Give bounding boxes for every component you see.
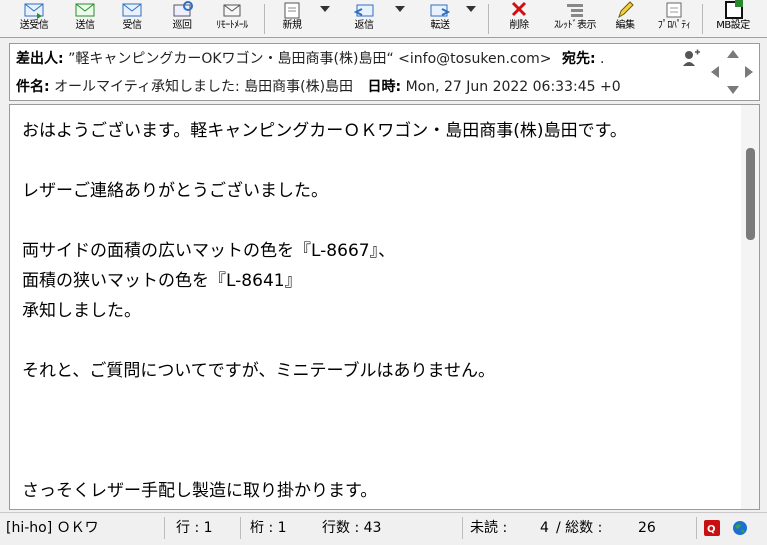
send-label: 送信 <box>75 20 96 31</box>
date-label: 日時: <box>367 79 402 95</box>
forward-icon <box>428 0 452 20</box>
status-col: 桁 : 1 <box>250 520 287 536</box>
send-receive-icon <box>22 0 46 20</box>
toolbar: 送受信 送信 受信 巡回 ﾘﾓｰﾄﾒｰﾙ 新規 返信 転送 削除 ｽﾚｯﾄﾞ表示… <box>0 0 767 38</box>
status-separator <box>462 517 463 539</box>
new-mail-icon <box>280 0 304 20</box>
thread-view-icon <box>563 0 587 20</box>
reply-icon <box>352 0 376 20</box>
send-receive-label: 送受信 <box>19 20 49 31</box>
status-separator <box>696 517 697 539</box>
receive-icon <box>120 0 144 20</box>
delete-label: 削除 <box>509 20 530 31</box>
properties-button[interactable]: ﾌﾟﾛﾊﾟﾃｨ <box>650 0 698 36</box>
properties-label: ﾌﾟﾛﾊﾟﾃｨ <box>657 20 691 31</box>
reply-dropdown-icon[interactable] <box>395 6 405 12</box>
edit-label: 編集 <box>615 20 636 31</box>
subject-label: 件名: <box>16 79 50 95</box>
reply-label: 返信 <box>354 20 375 31</box>
vertical-scrollbar[interactable] <box>741 105 759 509</box>
reply-button[interactable]: 返信 <box>340 0 388 36</box>
status-unread-value: 4 <box>540 520 549 536</box>
nav-up-icon[interactable] <box>727 50 739 58</box>
receive-label: 受信 <box>122 20 143 31</box>
status-total-value: 26 <box>638 520 656 536</box>
nav-right-icon[interactable] <box>745 66 753 78</box>
thread-view-button[interactable]: ｽﾚｯﾄﾞ表示 <box>550 0 600 36</box>
to-value[interactable]: . <box>600 51 604 67</box>
new-mail-dropdown-icon[interactable] <box>320 6 330 12</box>
new-mail-button[interactable]: 新規 <box>272 0 312 36</box>
svg-text:Q: Q <box>707 524 716 535</box>
message-nav-arrows <box>711 50 753 94</box>
delete-button[interactable]: 削除 <box>500 0 538 36</box>
patrol-button[interactable]: 巡回 <box>160 0 204 36</box>
status-lines: 行数 : 43 <box>322 520 382 536</box>
edit-button[interactable]: 編集 <box>606 0 644 36</box>
edit-icon <box>613 0 637 20</box>
add-contact-icon[interactable] <box>682 49 700 71</box>
scrollbar-thumb[interactable] <box>746 148 755 240</box>
message-header: 差出人: ”軽キャンピングカーOKワゴン・島田商事(株)島田“ <info@to… <box>9 43 760 101</box>
status-separator <box>164 517 165 539</box>
status-unread-label: 未読 : <box>470 520 508 536</box>
toolbar-separator <box>488 4 489 34</box>
status-separator <box>240 517 241 539</box>
toolbar-separator <box>702 4 703 34</box>
status-account: [hi-ho] ＯＫワ <box>6 520 99 536</box>
delete-icon <box>507 0 531 20</box>
toolbar-separator <box>264 4 265 34</box>
message-body-text[interactable]: おはようございます。軽キャンピングカーＯＫワゴン・島田商事(株)島田です。 レザ… <box>22 116 722 509</box>
patrol-icon <box>170 0 194 20</box>
send-button[interactable]: 送信 <box>65 0 105 36</box>
properties-icon <box>662 0 686 20</box>
send-receive-button[interactable]: 送受信 <box>10 0 58 36</box>
message-body-pane[interactable]: おはようございます。軽キャンピングカーＯＫワゴン・島田商事(株)島田です。 レザ… <box>9 104 760 510</box>
globe-icon[interactable] <box>732 520 748 540</box>
remote-mail-button[interactable]: ﾘﾓｰﾄﾒｰﾙ <box>206 0 258 36</box>
remote-mail-label: ﾘﾓｰﾄﾒｰﾙ <box>216 20 248 31</box>
from-row: 差出人: ”軽キャンピングカーOKワゴン・島田商事(株)島田“ <info@to… <box>16 47 706 71</box>
subject-row: 件名: オールマイティ承知しました: 島田商事(株)島田 日時: Mon, 27… <box>16 75 706 99</box>
new-mail-label: 新規 <box>282 20 303 31</box>
quick-filter-icon[interactable]: Q <box>704 520 720 540</box>
patrol-label: 巡回 <box>172 20 193 31</box>
thread-view-label: ｽﾚｯﾄﾞ表示 <box>554 20 597 31</box>
date-value: Mon, 27 Jun 2022 06:33:45 +0 <box>405 79 621 95</box>
mailbox-settings-label: MB設定 <box>716 20 750 31</box>
forward-dropdown-icon[interactable] <box>466 6 476 12</box>
mailbox-settings-button[interactable]: MB設定 <box>708 0 758 36</box>
from-label: 差出人: <box>16 51 64 67</box>
receive-button[interactable]: 受信 <box>112 0 152 36</box>
nav-left-icon[interactable] <box>711 66 719 78</box>
subject-value: オールマイティ承知しました: 島田商事(株)島田 <box>54 79 354 95</box>
status-row: 行 : 1 <box>176 520 213 536</box>
to-label: 宛先: <box>561 51 596 67</box>
from-value[interactable]: ”軽キャンピングカーOKワゴン・島田商事(株)島田“ <info@tosuken… <box>68 51 551 67</box>
mailbox-settings-icon <box>721 0 745 20</box>
forward-button[interactable]: 転送 <box>418 0 462 36</box>
forward-label: 転送 <box>430 20 451 31</box>
status-total-label: / 総数 : <box>556 520 603 536</box>
nav-down-icon[interactable] <box>727 86 739 94</box>
status-bar: [hi-ho] ＯＫワ 行 : 1 桁 : 1 行数 : 43 未読 : 4 /… <box>0 512 767 545</box>
remote-mail-icon <box>220 0 244 20</box>
send-icon <box>73 0 97 20</box>
